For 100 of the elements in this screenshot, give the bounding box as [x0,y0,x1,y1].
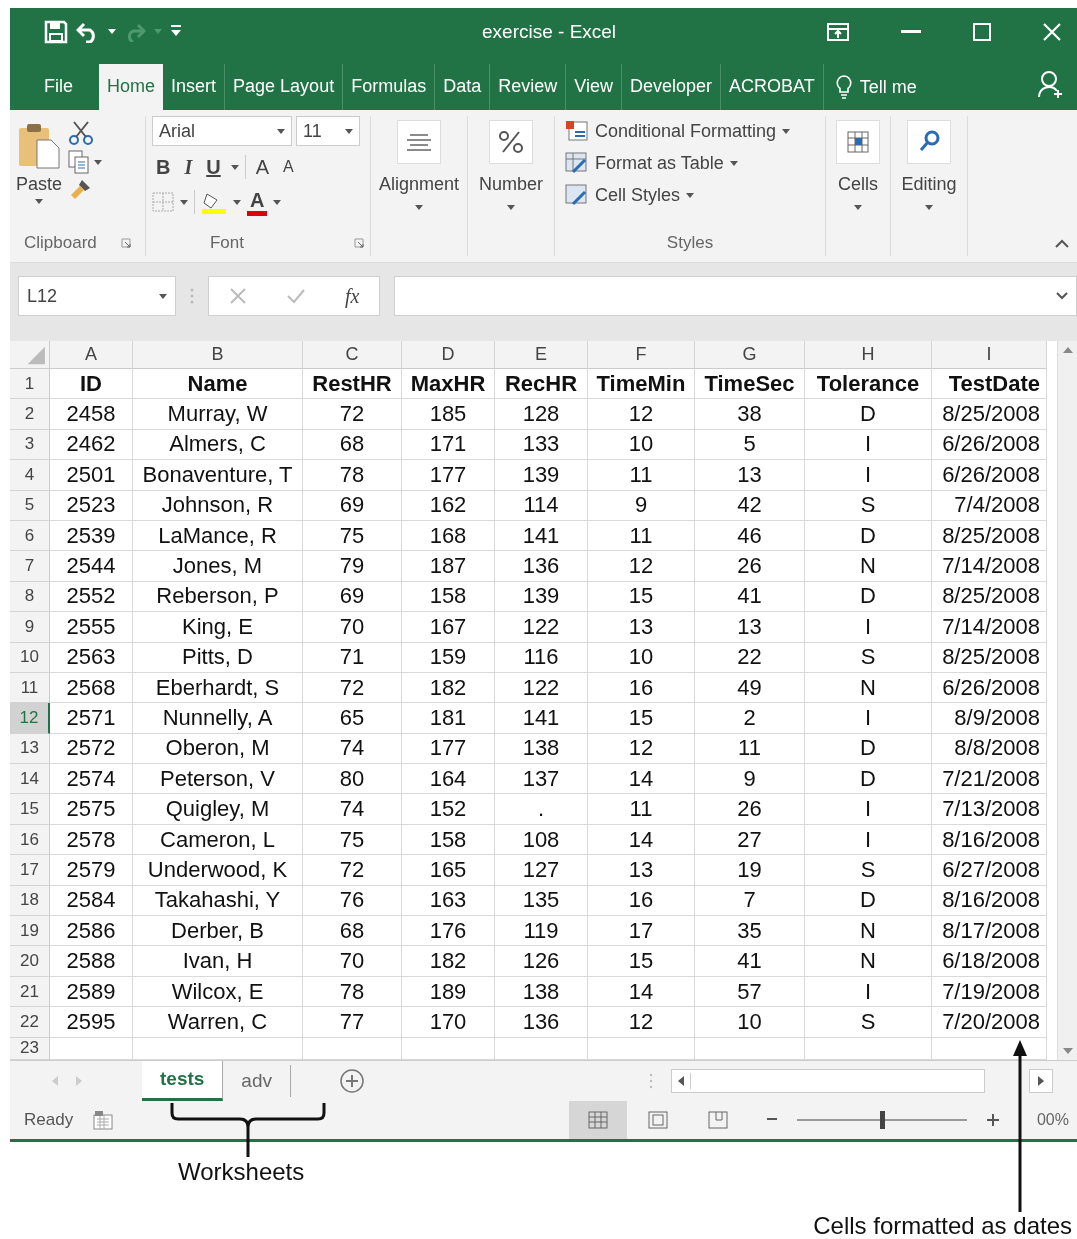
editing-button[interactable]: Editing [901,116,957,230]
row-header[interactable]: 21 [10,976,50,1008]
number-button[interactable]: Number [479,116,543,230]
column-header[interactable]: B [133,341,303,369]
column-header[interactable]: A [50,341,133,369]
insert-function-button[interactable]: fx [344,284,360,308]
caret-icon[interactable] [345,128,353,134]
caret-icon[interactable] [782,128,791,134]
row-header[interactable]: 12 [10,703,50,734]
sheet-tab[interactable]: adv [223,1064,291,1097]
ribbon-display-options-icon[interactable] [827,22,849,41]
caret-icon[interactable] [925,205,933,210]
row-header[interactable]: 23 [10,1037,50,1060]
row-header[interactable]: 4 [10,460,50,491]
caret-icon[interactable] [854,205,862,210]
zoom-out-icon[interactable] [766,1118,777,1122]
caret-icon[interactable] [507,205,515,210]
row-header[interactable]: 6 [10,520,50,552]
minimize-icon[interactable] [901,29,921,34]
font-color-button[interactable]: A [247,188,268,216]
row-header[interactable]: 13 [10,733,50,765]
paste-button[interactable]: Paste [16,116,63,230]
row-header[interactable]: 22 [10,1007,50,1038]
caret-icon[interactable] [94,159,103,165]
name-box[interactable]: L12 [18,276,176,316]
macro-record-icon[interactable] [93,1109,114,1130]
caret-icon[interactable] [277,128,285,134]
fill-color-icon[interactable] [201,190,227,214]
row-header[interactable]: 8 [10,581,50,613]
column-header[interactable]: G [695,341,805,369]
collapse-ribbon-icon[interactable] [1055,239,1069,248]
column-header[interactable]: F [588,341,695,369]
row-header[interactable]: 2 [10,399,50,430]
row-header[interactable]: 18 [10,885,50,917]
column-header[interactable]: I [932,341,1047,369]
shrink-font-button[interactable]: A [279,152,298,182]
italic-button[interactable]: I [180,152,197,182]
row-header[interactable]: 10 [10,642,50,673]
table-cell: 13 [695,460,805,491]
styles-menu-button[interactable]: Format as Table [565,152,791,174]
save-icon[interactable] [44,19,68,44]
row-header[interactable]: 16 [10,824,50,856]
row-header[interactable]: 17 [10,855,50,886]
row-header[interactable]: 3 [10,429,50,461]
row-header[interactable]: 5 [10,490,50,521]
scroll-down-icon[interactable] [1062,1047,1073,1054]
dialog-launcher-icon[interactable] [120,238,131,248]
formula-input-field[interactable] [394,276,1077,316]
zoom-level[interactable]: 00% [1036,1110,1069,1129]
font-name-field[interactable]: Arial [152,116,292,146]
column-header[interactable]: C [303,341,402,369]
caret-icon[interactable] [230,164,239,170]
row-header[interactable]: 20 [10,946,50,977]
check-icon[interactable] [285,288,306,304]
vertical-scrollbar[interactable] [1057,341,1077,1060]
font-size-field[interactable]: 11 [296,116,360,146]
underline-button[interactable]: U [202,152,225,182]
row-header[interactable]: 19 [10,916,50,947]
dialog-launcher-icon[interactable] [354,238,364,248]
zoom-in-icon[interactable] [986,1113,999,1126]
bold-button[interactable]: B [152,152,175,182]
caret-icon[interactable] [415,205,423,210]
ribbon-tab[interactable]: File [10,64,99,110]
scroll-right-icon[interactable] [1029,1068,1053,1093]
row-header[interactable]: 1 [10,369,50,400]
column-header[interactable]: E [495,341,588,369]
sheet-tab[interactable]: tests [142,1060,224,1101]
cells-button[interactable]: Cells [836,116,880,230]
caret-icon[interactable] [35,199,43,204]
share-icon[interactable] [1037,70,1065,98]
slider-thumb[interactable] [879,1110,885,1129]
row-header[interactable]: 14 [10,764,50,795]
caret-icon[interactable] [273,199,282,205]
tell-me-search[interactable]: Tell me [823,64,917,110]
row-header[interactable]: 11 [10,672,50,704]
row-header[interactable]: 9 [10,612,50,643]
scroll-up-icon[interactable] [1062,347,1073,353]
ribbon-tab[interactable]: Home [99,64,164,110]
row-header[interactable]: 15 [10,794,50,825]
caret-icon[interactable] [233,199,241,205]
close-icon[interactable] [1043,22,1061,41]
styles-menu-button[interactable]: Cell Styles [565,184,791,206]
horizontal-scrollbar[interactable] [671,1068,985,1093]
alignment-button[interactable]: Alignment [378,116,459,230]
row-header[interactable]: 7 [10,551,50,582]
caret-icon[interactable] [729,160,738,166]
cut-icon[interactable] [68,120,95,146]
maximize-icon[interactable] [973,22,991,41]
caret-icon[interactable] [108,29,116,34]
caret-icon[interactable] [180,199,188,205]
expand-formula-bar-icon[interactable] [1056,292,1068,300]
column-header[interactable]: H [805,341,932,369]
drag-handle-icon[interactable] [190,287,194,305]
caret-icon[interactable] [159,293,167,299]
grow-font-button[interactable]: A [251,152,274,182]
caret-icon[interactable] [686,192,695,198]
scroll-left-icon[interactable] [678,1075,684,1086]
column-header[interactable]: D [402,341,495,369]
new-sheet-icon[interactable] [339,1067,365,1094]
styles-menu-button[interactable]: Conditional Formatting [565,120,791,142]
